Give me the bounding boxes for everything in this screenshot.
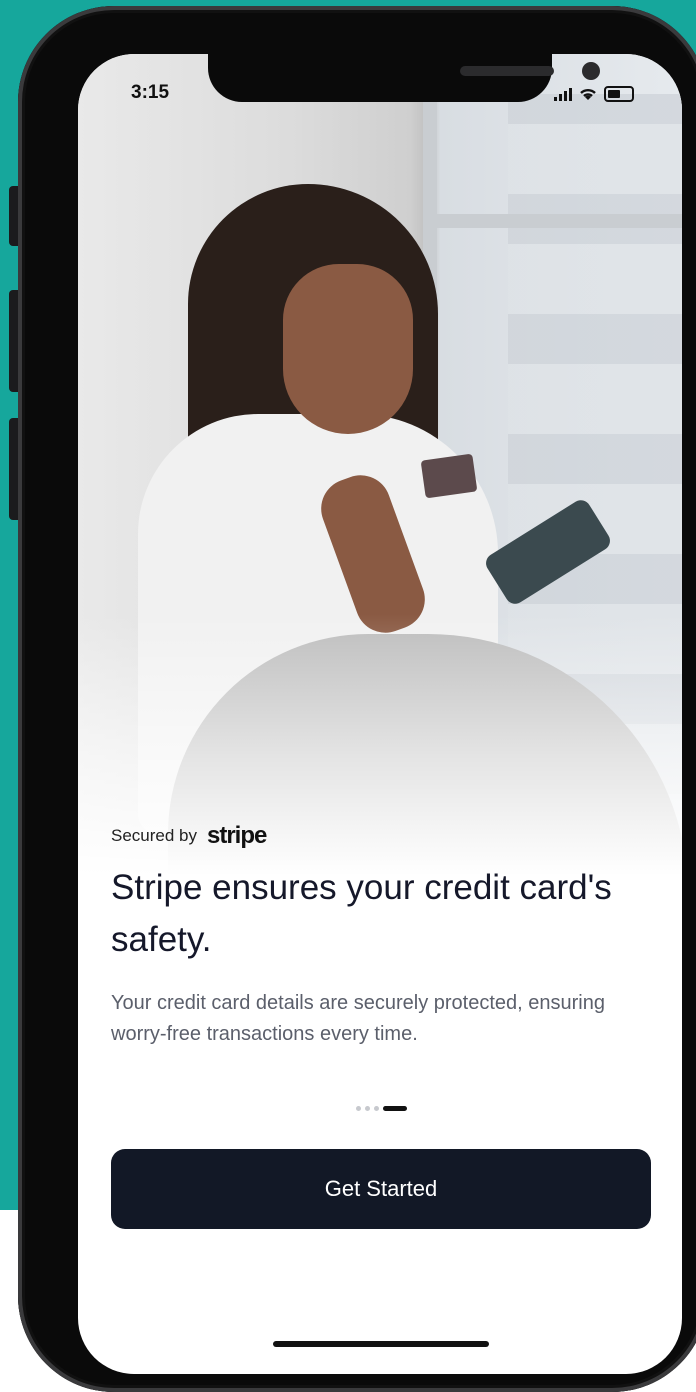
- window-bar: [423, 214, 682, 228]
- app-screen: 3:15 Secured by stripe Stripe ensures yo…: [78, 54, 682, 1374]
- secured-by-row: Secured by stripe: [111, 822, 267, 850]
- page-dot: [374, 1106, 379, 1111]
- page-dot: [356, 1106, 361, 1111]
- home-indicator[interactable]: [273, 1341, 489, 1347]
- page-title: Stripe ensures your credit card's safety…: [111, 868, 612, 959]
- page-description: Your credit card details are securely pr…: [111, 992, 605, 1045]
- page-dot: [365, 1106, 370, 1111]
- signal-icon: [554, 87, 572, 101]
- speaker: [460, 66, 554, 76]
- status-icons: [554, 84, 634, 104]
- page-indicator: [356, 1106, 407, 1111]
- stripe-logo: stripe: [207, 822, 267, 849]
- person-face: [283, 264, 413, 434]
- notch: [208, 54, 600, 102]
- credit-card: [420, 453, 478, 499]
- secured-by-label: Secured by: [111, 826, 197, 845]
- page-dot-active: [383, 1106, 407, 1111]
- status-time: 3:15: [131, 82, 170, 103]
- phone-frame: 3:15 Secured by stripe Stripe ensures yo…: [18, 6, 696, 1392]
- front-camera: [582, 62, 600, 80]
- get-started-button[interactable]: Get Started: [111, 1149, 651, 1229]
- battery-icon: [604, 86, 634, 102]
- hero-image: [78, 54, 682, 874]
- wifi-icon: [580, 88, 596, 100]
